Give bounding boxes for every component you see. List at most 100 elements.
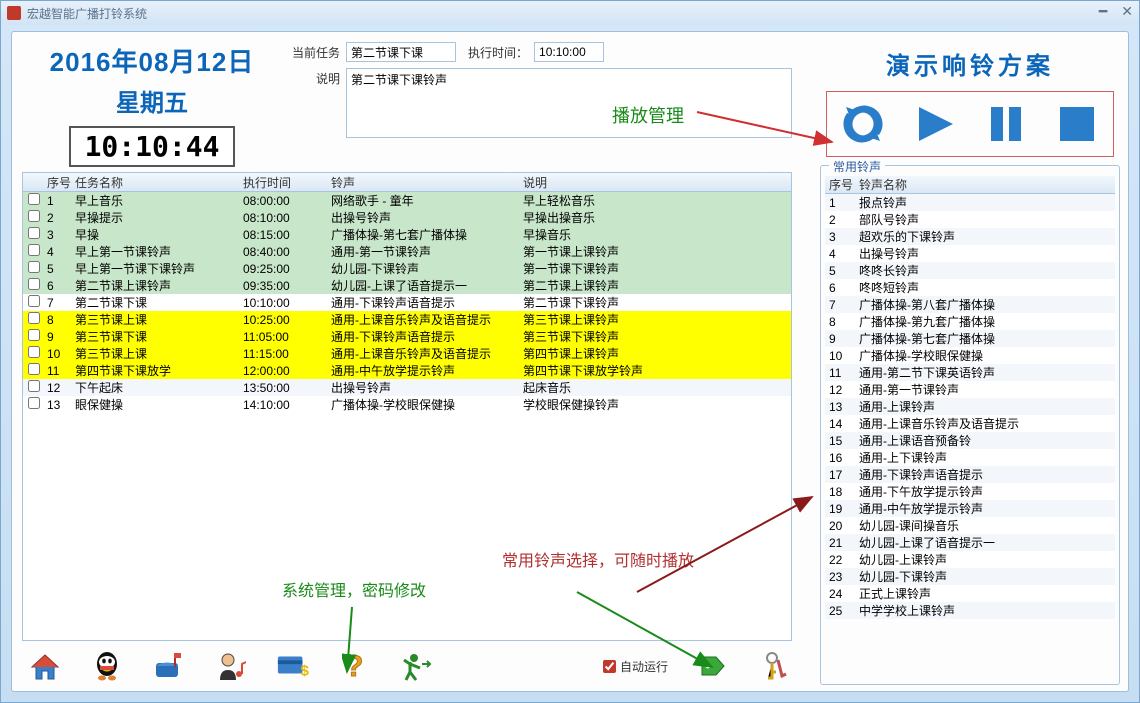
bell-row[interactable]: 4出操号铃声 [825, 245, 1115, 262]
bell-row[interactable]: 12通用-第一节课铃声 [825, 381, 1115, 398]
bell-row[interactable]: 18通用-下午放学提示铃声 [825, 483, 1115, 500]
bell-name: 幼儿园-上课铃声 [859, 551, 1115, 568]
task-desc: 第二节课下课铃声 [523, 294, 791, 311]
task-checkbox[interactable] [28, 210, 40, 222]
task-checkbox[interactable] [28, 193, 40, 205]
current-task-field[interactable] [346, 42, 456, 62]
task-row[interactable]: 4早上第一节课铃声08:40:00通用-第一节课铃声第一节课上课铃声 [23, 243, 791, 260]
task-desc: 第四节课上课铃声 [523, 345, 791, 362]
bell-row[interactable]: 2部队号铃声 [825, 211, 1115, 228]
task-row[interactable]: 3早操08:15:00广播体操-第七套广播体操早操音乐 [23, 226, 791, 243]
task-name: 眼保健操 [75, 396, 243, 413]
current-date: 2016年08月12日 [27, 42, 277, 79]
mailbox-icon[interactable] [152, 649, 186, 683]
bell-row[interactable]: 1报点铃声 [825, 194, 1115, 211]
pause-button[interactable] [981, 101, 1031, 147]
task-checkbox[interactable] [28, 397, 40, 409]
bell-name: 通用-上课语音预备铃 [859, 432, 1115, 449]
task-row[interactable]: 10第三节课上课11:15:00通用-上课音乐铃声及语音提示第四节课上课铃声 [23, 345, 791, 362]
bell-row[interactable]: 24正式上课铃声 [825, 585, 1115, 602]
group-title: 常用铃声 [829, 158, 885, 175]
tag-icon[interactable] [696, 649, 730, 683]
play-button[interactable] [909, 101, 959, 147]
annotation-play: 播放管理 [612, 102, 684, 128]
current-weekday: 星期五 [27, 83, 277, 118]
qq-icon[interactable] [90, 649, 124, 683]
bell-row[interactable]: 16通用-上下课铃声 [825, 449, 1115, 466]
bell-row[interactable]: 9广播体操-第七套广播体操 [825, 330, 1115, 347]
task-checkbox[interactable] [28, 346, 40, 358]
task-row[interactable]: 13眼保健操14:10:00广播体操-学校眼保健操学校眼保健操铃声 [23, 396, 791, 413]
bell-row[interactable]: 22幼儿园-上课铃声 [825, 551, 1115, 568]
task-bell: 通用-上课音乐铃声及语音提示 [331, 345, 523, 362]
bell-row[interactable]: 10广播体操-学校眼保健操 [825, 347, 1115, 364]
bell-name: 咚咚短铃声 [859, 279, 1115, 296]
task-row[interactable]: 9第三节课下课11:05:00通用-下课铃声语音提示第三节课下课铃声 [23, 328, 791, 345]
close-button[interactable]: ✕ [1121, 3, 1133, 20]
task-desc: 第一节课上课铃声 [523, 243, 791, 260]
minimize-button[interactable]: ━ [1099, 3, 1107, 20]
bell-row[interactable]: 15通用-上课语音预备铃 [825, 432, 1115, 449]
task-row[interactable]: 6第二节课上课铃声09:35:00幼儿园-上课了语音提示一第二节课上课铃声 [23, 277, 791, 294]
task-bell: 通用-上课音乐铃声及语音提示 [331, 311, 523, 328]
task-row[interactable]: 2早操提示08:10:00出操号铃声早操出操音乐 [23, 209, 791, 226]
task-idx: 13 [45, 398, 75, 412]
task-idx: 2 [45, 211, 75, 225]
user-music-icon[interactable] [214, 649, 248, 683]
bell-row[interactable]: 3超欢乐的下课铃声 [825, 228, 1115, 245]
bell-row[interactable]: 25中学学校上课铃声 [825, 602, 1115, 619]
bell-name: 中学学校上课铃声 [859, 602, 1115, 619]
task-bell: 出操号铃声 [331, 379, 523, 396]
bell-row[interactable]: 7广播体操-第八套广播体操 [825, 296, 1115, 313]
task-checkbox[interactable] [28, 380, 40, 392]
col-index: 序号 [45, 174, 75, 191]
task-checkbox[interactable] [28, 312, 40, 324]
task-checkbox[interactable] [28, 278, 40, 290]
bell-row[interactable]: 23幼儿园-下课铃声 [825, 568, 1115, 585]
bell-name: 通用-第一节课铃声 [859, 381, 1115, 398]
bell-idx: 7 [825, 298, 859, 312]
exec-time-field[interactable] [534, 42, 604, 62]
bell-row[interactable]: 19通用-中午放学提示铃声 [825, 500, 1115, 517]
task-row[interactable]: 8第三节课上课10:25:00通用-上课音乐铃声及语音提示第三节课上课铃声 [23, 311, 791, 328]
bell-row[interactable]: 17通用-下课铃声语音提示 [825, 466, 1115, 483]
bell-row[interactable]: 21幼儿园-上课了语音提示一 [825, 534, 1115, 551]
task-bell: 通用-第一节课铃声 [331, 243, 523, 260]
task-checkbox[interactable] [28, 329, 40, 341]
task-checkbox[interactable] [28, 244, 40, 256]
bell-table-header: 序号 铃声名称 [825, 176, 1115, 194]
bell-row[interactable]: 14通用-上课音乐铃声及语音提示 [825, 415, 1115, 432]
stop-button[interactable] [1052, 101, 1102, 147]
task-checkbox[interactable] [28, 261, 40, 273]
bell-idx: 15 [825, 434, 859, 448]
autorun-checkbox[interactable]: 自动运行 [603, 658, 668, 675]
bell-row[interactable]: 11通用-第二节下课英语铃声 [825, 364, 1115, 381]
task-row[interactable]: 12下午起床13:50:00出操号铃声起床音乐 [23, 379, 791, 396]
bell-row[interactable]: 13通用-上课铃声 [825, 398, 1115, 415]
bell-row[interactable]: 8广播体操-第九套广播体操 [825, 313, 1115, 330]
task-row[interactable]: 7第二节课下课10:10:00通用-下课铃声语音提示第二节课下课铃声 [23, 294, 791, 311]
bell-name: 幼儿园-上课了语音提示一 [859, 534, 1115, 551]
task-row[interactable]: 1早上音乐08:00:00网络歌手 - 童年早上轻松音乐 [23, 192, 791, 209]
desc-field[interactable]: 第二节课下课铃声 [346, 68, 792, 138]
task-name: 第二节课下课 [75, 294, 243, 311]
task-row[interactable]: 11第四节课下课放学12:00:00通用-中午放学提示铃声第四节课下课放学铃声 [23, 362, 791, 379]
card-money-icon[interactable]: $ [276, 649, 310, 683]
help-icon[interactable]: ? [338, 649, 372, 683]
home-icon[interactable] [28, 649, 62, 683]
desc-label: 说明 [292, 68, 340, 138]
refresh-button[interactable] [838, 101, 888, 147]
bell-row[interactable]: 20幼儿园-课间操音乐 [825, 517, 1115, 534]
task-checkbox[interactable] [28, 295, 40, 307]
task-checkbox[interactable] [28, 227, 40, 239]
task-row[interactable]: 5早上第一节课下课铃声09:25:00幼儿园-下课铃声第一节课下课铃声 [23, 260, 791, 277]
bell-idx: 9 [825, 332, 859, 346]
keys-icon[interactable] [758, 649, 792, 683]
exit-icon[interactable] [400, 649, 434, 683]
task-name: 第三节课上课 [75, 311, 243, 328]
bell-row[interactable]: 5咚咚长铃声 [825, 262, 1115, 279]
bell-idx: 14 [825, 417, 859, 431]
bell-row[interactable]: 6咚咚短铃声 [825, 279, 1115, 296]
task-desc: 学校眼保健操铃声 [523, 396, 791, 413]
task-checkbox[interactable] [28, 363, 40, 375]
